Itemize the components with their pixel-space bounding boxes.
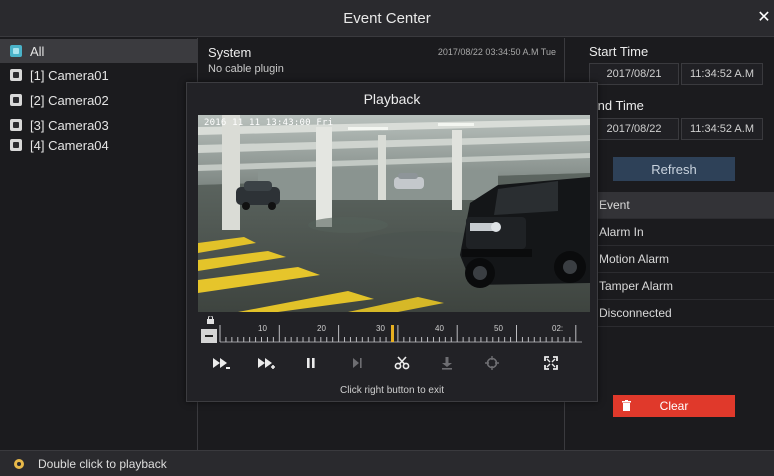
parking-garage-scene	[198, 115, 590, 312]
snapshot-icon[interactable]	[483, 354, 501, 372]
start-time-label: Start Time	[589, 44, 649, 59]
timeline-label: 10	[258, 324, 267, 333]
end-time-field[interactable]: 11:34:52 A.M	[681, 118, 763, 140]
channel-label: [1] Camera01	[30, 67, 109, 83]
video-timestamp: 2016 11 11 13:43:00 Fri	[204, 118, 334, 128]
video-frame[interactable]: 2016 11 11 13:43:00 Fri	[198, 115, 590, 312]
channel-list: All [1] Camera01 [2] Camera02 [3] Camera…	[0, 38, 198, 450]
checkbox-icon[interactable]	[10, 94, 22, 106]
timeline-label: 50	[494, 324, 503, 333]
timeline-ticks	[219, 325, 582, 343]
channel-label: [2] Camera02	[30, 92, 109, 108]
clip-icon[interactable]	[393, 354, 411, 372]
event-row[interactable]: System No cable plugin 2017/08/22 03:34:…	[198, 38, 564, 82]
event-title: System	[208, 45, 252, 60]
event-description: No cable plugin	[208, 63, 284, 75]
playback-controls	[198, 351, 590, 375]
channel-label: All	[30, 43, 45, 59]
channel-item-camera04[interactable]: [4] Camera04	[0, 133, 198, 157]
playback-timeline[interactable]: 10 20 30 40 50 02:	[198, 315, 590, 345]
timeline-label: 02:	[552, 324, 564, 333]
refresh-button[interactable]: Refresh	[613, 157, 735, 181]
end-date-field[interactable]: 2017/08/22	[589, 118, 679, 140]
checkbox-icon[interactable]	[10, 119, 22, 131]
title-bar: Event Center ✕	[0, 0, 774, 37]
event-center-window: Event Center ✕ All [1] Camera01 [2] Came…	[0, 0, 774, 476]
close-icon[interactable]: ✕	[756, 9, 772, 27]
fast-forward-icon[interactable]	[258, 354, 276, 372]
checkbox-icon[interactable]	[10, 69, 22, 81]
step-forward-icon[interactable]	[348, 354, 366, 372]
slow-forward-icon[interactable]	[213, 354, 231, 372]
event-time: 2017/08/22 03:34:50 A.M Tue	[437, 47, 556, 57]
playback-dialog: Playback 2016 11 11 13:43:00 Fri 10 20 3…	[186, 82, 598, 402]
timeline-label: 20	[317, 324, 326, 333]
playback-cursor[interactable]	[391, 325, 394, 342]
timeline-label: 30	[376, 324, 385, 333]
clear-label: Clear	[659, 399, 689, 413]
channel-item-all[interactable]: All	[0, 39, 198, 63]
download-icon[interactable]	[438, 354, 456, 372]
channel-item-camera01[interactable]: [1] Camera01	[0, 63, 198, 87]
start-time-field[interactable]: 11:34:52 A.M	[681, 63, 763, 85]
channel-label: [4] Camera04	[30, 137, 109, 153]
lightbulb-icon	[14, 458, 24, 469]
trash-icon	[622, 400, 631, 411]
checkbox-icon[interactable]	[10, 139, 22, 151]
checkbox-icon[interactable]	[10, 45, 22, 57]
playback-title: Playback	[363, 91, 421, 107]
clear-button[interactable]: Clear	[613, 395, 735, 417]
channel-item-camera02[interactable]: [2] Camera02	[0, 88, 198, 112]
status-bar: Double click to playback	[0, 450, 774, 476]
pause-icon[interactable]	[302, 354, 320, 372]
timeline-label: 40	[435, 324, 444, 333]
fullscreen-icon[interactable]	[542, 354, 560, 372]
window-title: Event Center	[343, 10, 431, 27]
channel-label: [3] Camera03	[30, 117, 109, 133]
start-date-field[interactable]: 2017/08/21	[589, 63, 679, 85]
exit-hint: Click right button to exit	[340, 385, 444, 396]
status-text: Double click to playback	[38, 456, 167, 471]
